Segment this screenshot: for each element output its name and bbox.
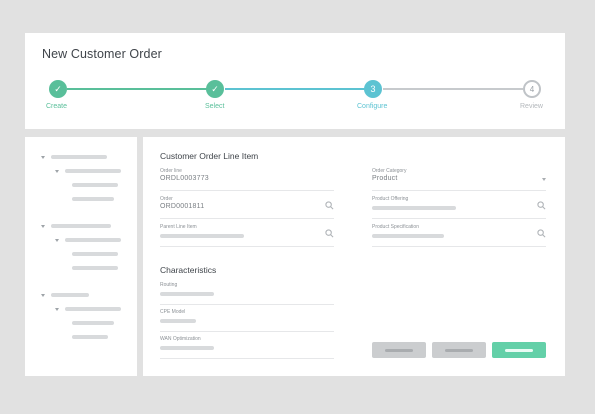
tree-leaf[interactable]: [72, 183, 118, 187]
step-label-select: Select: [205, 103, 225, 110]
tree-leaf[interactable]: [72, 321, 114, 325]
button-label: [385, 348, 413, 352]
progress-line-done: [67, 88, 217, 90]
product-specification-field[interactable]: Product Specification: [372, 224, 546, 247]
field-label: Routing: [160, 282, 178, 288]
characteristics-title: Characteristics: [160, 265, 217, 275]
field-value-placeholder: [160, 346, 214, 350]
tree-node-label: [51, 293, 89, 297]
tree-leaf[interactable]: [72, 252, 118, 256]
order-field[interactable]: Order ORD0001811: [160, 196, 334, 219]
order-line-field[interactable]: Order line ORDL0003773: [160, 168, 334, 191]
check-icon: ✓: [211, 83, 219, 94]
field-label: Order Category: [372, 168, 407, 174]
step-label-review: Review: [520, 103, 543, 110]
step-number: 4: [529, 84, 535, 94]
field-value-placeholder: [160, 319, 196, 323]
tree-node[interactable]: [41, 293, 89, 297]
wan-optimization-field[interactable]: WAN Optimization: [160, 336, 334, 359]
tree-node[interactable]: [55, 169, 121, 173]
page-title: New Customer Order: [42, 47, 162, 61]
tree-node[interactable]: [55, 307, 121, 311]
order-header: New Customer Order ✓ Create ✓ Select 3 C…: [25, 33, 565, 129]
tree-leaf[interactable]: [72, 266, 118, 270]
tree-leaf-label: [72, 266, 118, 270]
section-title: Customer Order Line Item: [160, 151, 259, 161]
field-value: ORDL0003773: [160, 175, 209, 182]
chevron-down-icon[interactable]: [542, 178, 546, 181]
order-category-select[interactable]: Order Category Product: [372, 168, 546, 191]
tree-leaf-label: [72, 321, 114, 325]
parent-line-item-field[interactable]: Parent Line Item: [160, 224, 334, 247]
tree-node-label: [65, 307, 121, 311]
field-value: Product: [372, 175, 398, 182]
tree-node-label: [51, 224, 111, 228]
button-label: [445, 348, 473, 352]
caret-down-icon[interactable]: [41, 155, 45, 159]
step-label-configure: Configure: [357, 103, 388, 110]
field-value-placeholder: [372, 206, 456, 210]
product-offering-field[interactable]: Product Offering: [372, 196, 546, 219]
field-label: Product Specification: [372, 224, 419, 230]
cpe-model-field[interactable]: CPE Model: [160, 309, 334, 332]
tree-leaf[interactable]: [72, 197, 114, 201]
step-select[interactable]: ✓: [206, 80, 224, 98]
tree-navigation: [25, 137, 137, 376]
step-review[interactable]: 4: [523, 80, 541, 98]
field-label: Order: [160, 196, 173, 202]
primary-button[interactable]: [492, 342, 546, 358]
caret-down-icon[interactable]: [55, 238, 59, 242]
step-number: 3: [370, 84, 376, 94]
tree-node[interactable]: [41, 224, 111, 228]
step-label-create: Create: [46, 103, 68, 110]
field-value-placeholder: [160, 292, 214, 296]
tree-leaf-label: [72, 252, 118, 256]
search-icon[interactable]: [325, 229, 334, 238]
caret-down-icon[interactable]: [41, 224, 45, 228]
field-label: Parent Line Item: [160, 224, 197, 230]
field-label: CPE Model: [160, 309, 186, 315]
tree-node-label: [65, 169, 121, 173]
secondary-button[interactable]: [372, 342, 426, 358]
tree-leaf-label: [72, 197, 114, 201]
caret-down-icon[interactable]: [41, 293, 45, 297]
tree-leaf-label: [72, 183, 118, 187]
tree-node[interactable]: [41, 155, 107, 159]
progress-line-todo: [383, 88, 523, 90]
step-configure[interactable]: 3: [364, 80, 382, 98]
tree-node[interactable]: [55, 238, 121, 242]
order-line-form: Customer Order Line Item Order line ORDL…: [143, 137, 565, 376]
step-create[interactable]: ✓: [49, 80, 67, 98]
field-value-placeholder: [372, 234, 444, 238]
routing-field[interactable]: Routing: [160, 282, 334, 305]
field-label: Product Offering: [372, 196, 409, 202]
search-icon[interactable]: [537, 201, 546, 210]
search-icon[interactable]: [325, 201, 334, 210]
search-icon[interactable]: [537, 229, 546, 238]
field-value-placeholder: [160, 234, 244, 238]
tree-node-label: [51, 155, 107, 159]
check-icon: ✓: [54, 83, 62, 94]
field-label: Order line: [160, 168, 182, 174]
progress-line-active: [225, 88, 365, 90]
tree-node-label: [65, 238, 121, 242]
button-label: [505, 348, 533, 352]
caret-down-icon[interactable]: [55, 169, 59, 173]
tree-leaf-label: [72, 335, 108, 339]
secondary-button[interactable]: [432, 342, 486, 358]
field-label: WAN Optimization: [160, 336, 201, 342]
field-value: ORD0001811: [160, 203, 205, 210]
caret-down-icon[interactable]: [55, 307, 59, 311]
tree-leaf[interactable]: [72, 335, 108, 339]
